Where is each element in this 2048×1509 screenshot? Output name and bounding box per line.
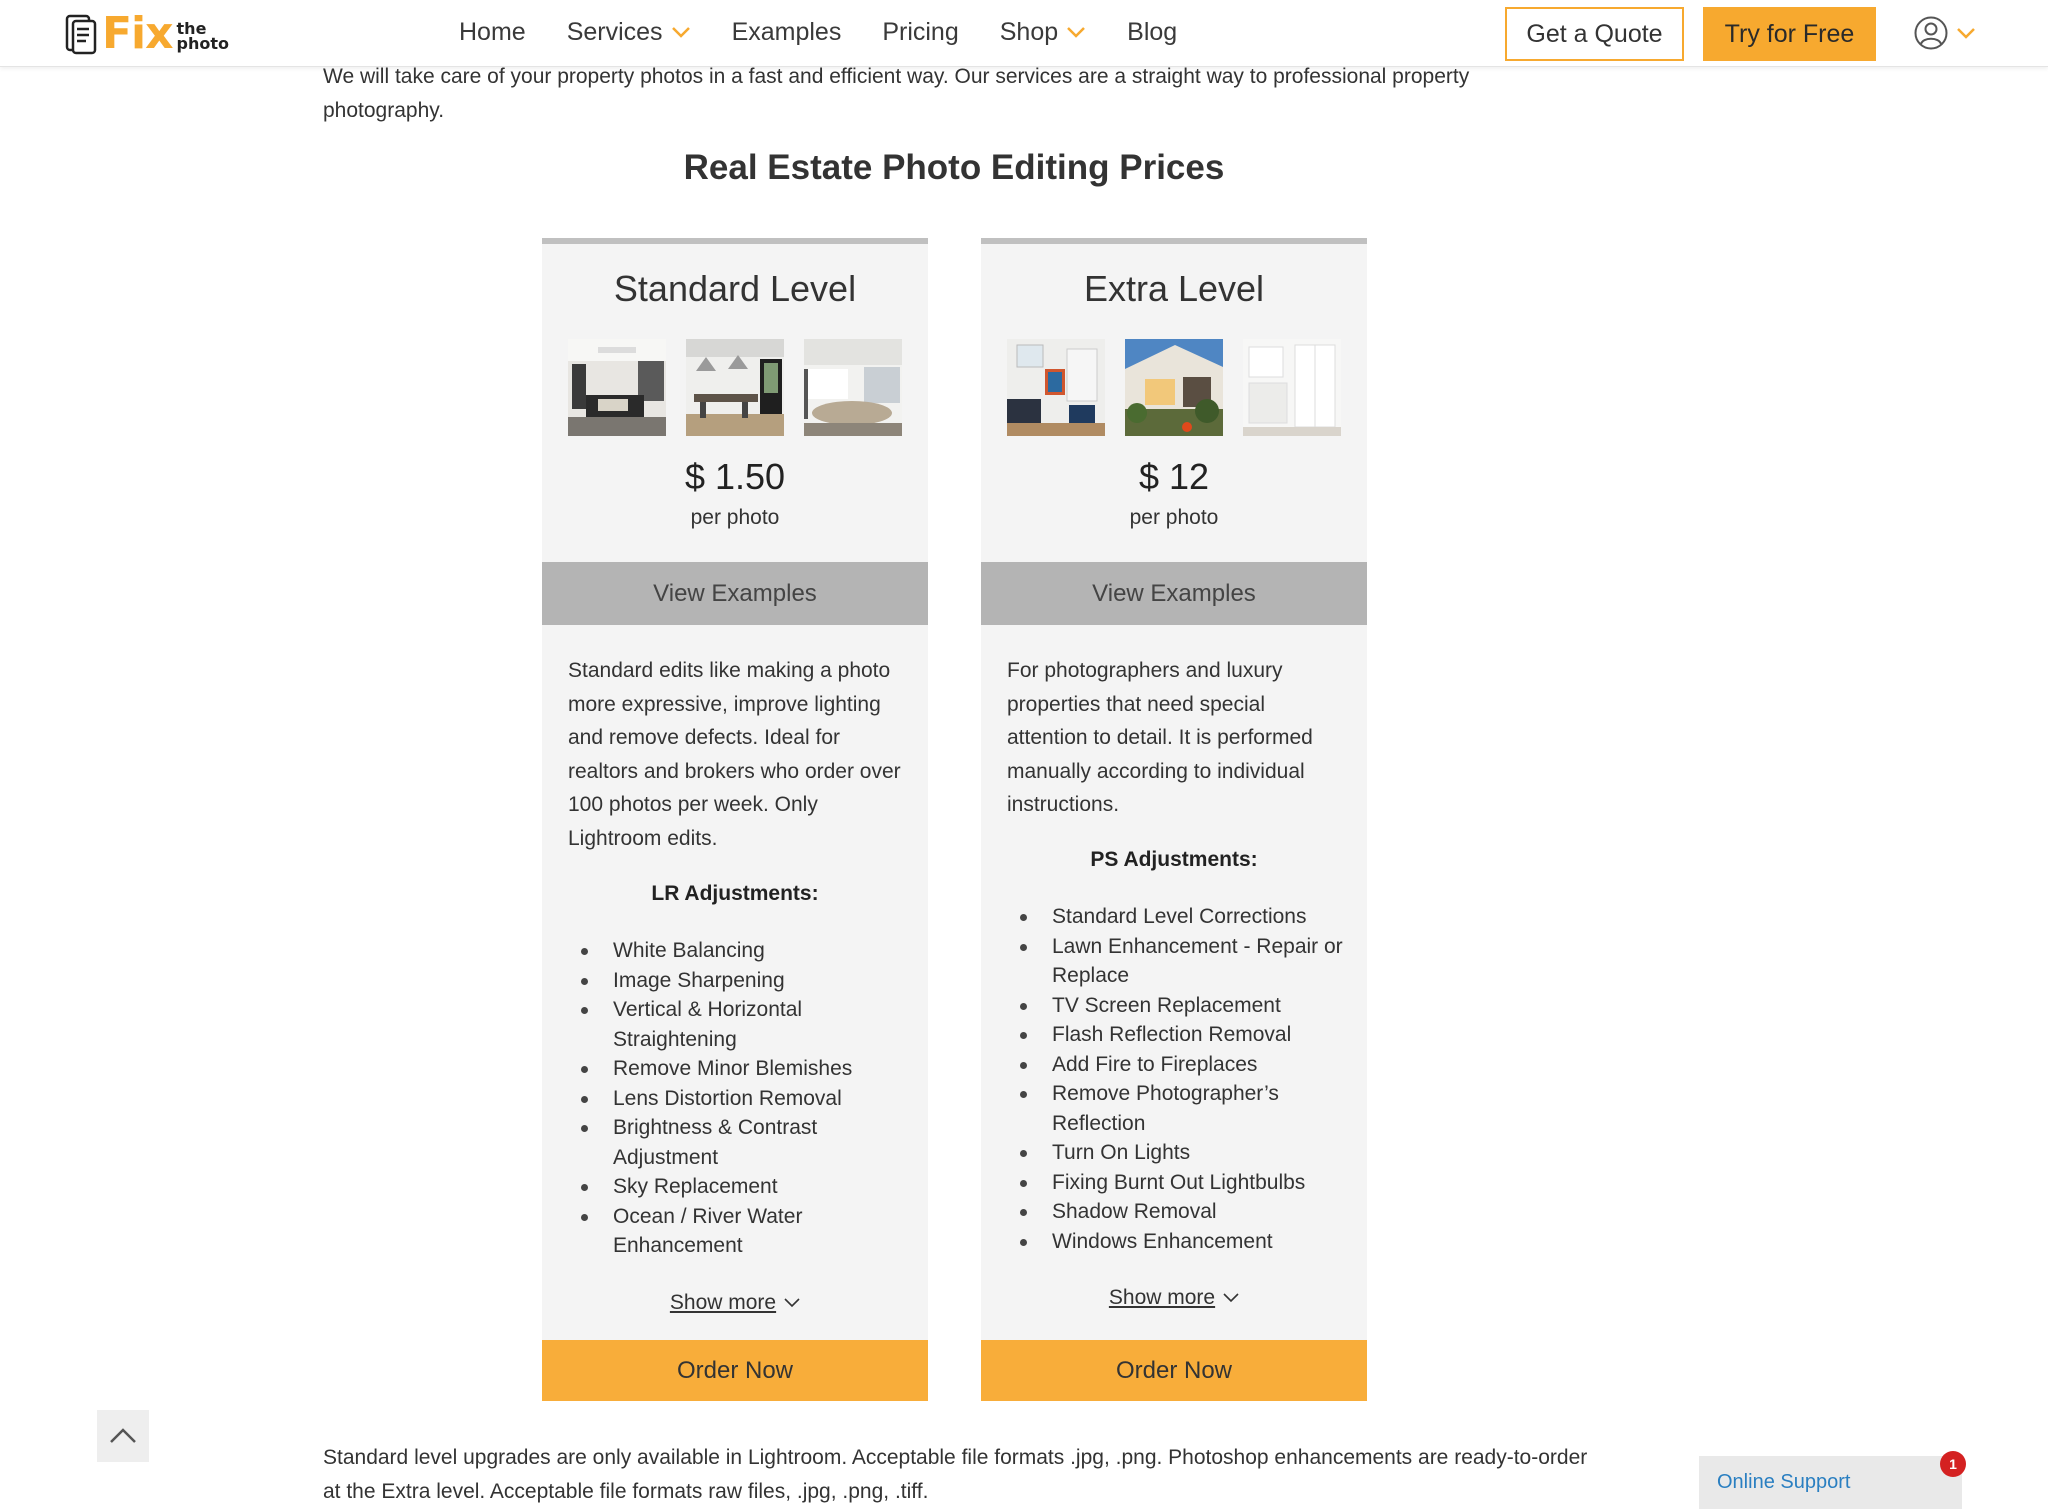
chevron-down-icon xyxy=(784,1298,800,1308)
card-description: Standard edits like making a photo more … xyxy=(568,659,901,850)
footnote-text: Standard level upgrades are only availab… xyxy=(323,1446,1588,1503)
list-item: Brightness & Contrast Adjustment xyxy=(581,1113,913,1172)
example-thumbnail[interactable] xyxy=(568,339,666,436)
example-thumbnail[interactable] xyxy=(1243,339,1341,436)
card-title: Standard Level xyxy=(613,268,857,309)
logo-wordmark: Fix xyxy=(102,8,174,59)
price-unit: per photo xyxy=(1129,506,1219,529)
logo-subtext: the photo xyxy=(176,21,230,53)
list-item: Image Sharpening xyxy=(581,966,913,996)
order-now-button[interactable]: Order Now xyxy=(981,1340,1367,1401)
list-item: Windows Enhancement xyxy=(1020,1227,1352,1257)
site-logo[interactable]: Fix the photo xyxy=(64,10,229,58)
nav-pricing-label: Pricing xyxy=(882,17,959,46)
list-item: Fixing Burnt Out Lightbulbs xyxy=(1020,1168,1352,1198)
main-nav: Home Services Examples Pricing Shop Blog xyxy=(459,0,1218,64)
logo-sub-bottom: photo xyxy=(176,34,230,53)
nav-blog-label: Blog xyxy=(1127,17,1178,46)
adjustments-heading: LR Adjustments: xyxy=(651,882,819,905)
example-thumbnails xyxy=(568,339,922,436)
chevron-down-icon xyxy=(1957,28,1975,39)
section-title: Real Estate Photo Editing Prices xyxy=(683,148,1225,187)
get-a-quote-button[interactable]: Get a Quote xyxy=(1505,7,1684,61)
list-item: White Balancing xyxy=(581,936,913,966)
user-circle-icon xyxy=(1914,16,1948,50)
nav-blog[interactable]: Blog xyxy=(1127,18,1177,47)
list-item: Flash Reflection Removal xyxy=(1020,1020,1352,1050)
adjustments-heading: PS Adjustments: xyxy=(1090,848,1258,871)
example-thumbnail[interactable] xyxy=(1125,339,1223,436)
nav-shop-label: Shop xyxy=(999,17,1059,46)
example-thumbnail[interactable] xyxy=(804,339,902,436)
nav-services-label: Services xyxy=(566,17,663,46)
online-support-widget[interactable]: Online Support xyxy=(1699,1456,1962,1509)
show-more-link[interactable]: Show more xyxy=(981,1286,1367,1310)
user-menu[interactable] xyxy=(1914,16,1976,50)
show-more-label: Show more xyxy=(1108,1286,1216,1309)
nav-services[interactable]: Services xyxy=(567,18,691,47)
price: $ 12 xyxy=(1138,456,1210,497)
adjustments-list: White Balancing Image Sharpening Vertica… xyxy=(581,936,913,1261)
chevron-up-icon xyxy=(110,1428,136,1443)
example-thumbnail[interactable] xyxy=(686,339,784,436)
list-item: TV Screen Replacement xyxy=(1020,991,1352,1021)
show-more-link[interactable]: Show more xyxy=(542,1291,928,1315)
list-item: Lens Distortion Removal xyxy=(581,1084,913,1114)
nav-examples[interactable]: Examples xyxy=(732,18,842,47)
scroll-to-top-button[interactable] xyxy=(97,1410,149,1462)
chevron-down-icon xyxy=(671,27,690,38)
nav-shop[interactable]: Shop xyxy=(1000,18,1086,47)
nav-home[interactable]: Home xyxy=(459,18,526,47)
list-item: Shadow Removal xyxy=(1020,1197,1352,1227)
card-description: For photographers and luxury properties … xyxy=(1007,659,1313,816)
card-title: Extra Level xyxy=(1083,268,1265,309)
list-item: Turn On Lights xyxy=(1020,1138,1352,1168)
list-item: Vertical & Horizontal Straightening xyxy=(581,995,913,1054)
site-header: Fix the photo Home Services Examples Pri… xyxy=(0,0,2048,67)
nav-pricing[interactable]: Pricing xyxy=(882,18,958,47)
view-examples-button[interactable]: View Examples xyxy=(981,562,1367,625)
price: $ 1.50 xyxy=(684,456,786,497)
nav-examples-label: Examples xyxy=(731,17,842,46)
example-thumbnails xyxy=(1007,339,1361,436)
logo-mark-icon xyxy=(65,14,97,55)
chevron-down-icon xyxy=(1067,27,1086,38)
list-item: Standard Level Corrections xyxy=(1020,902,1352,932)
list-item: Remove Photographer’s Reflection xyxy=(1020,1079,1352,1138)
try-for-free-button[interactable]: Try for Free xyxy=(1703,7,1876,61)
adjustments-list: Standard Level Corrections Lawn Enhancem… xyxy=(1020,902,1352,1257)
notification-badge: 1 xyxy=(1940,1451,1966,1477)
pricing-card-extra: Extra Level $ 12 per photo View Examples… xyxy=(981,238,1367,1401)
list-item: Add Fire to Fireplaces xyxy=(1020,1050,1352,1080)
example-thumbnail[interactable] xyxy=(1007,339,1105,436)
order-now-button[interactable]: Order Now xyxy=(542,1340,928,1401)
view-examples-button[interactable]: View Examples xyxy=(542,562,928,625)
intro-text: We will take care of your property photo… xyxy=(323,65,1470,122)
show-more-label: Show more xyxy=(669,1291,777,1314)
pricing-card-standard: Standard Level $ 1.50 per photo View Exa… xyxy=(542,238,928,1401)
price-unit: per photo xyxy=(690,506,780,529)
chevron-down-icon xyxy=(1223,1293,1239,1303)
nav-home-label: Home xyxy=(459,17,526,46)
list-item: Sky Replacement xyxy=(581,1172,913,1202)
list-item: Remove Minor Blemishes xyxy=(581,1054,913,1084)
list-item: Lawn Enhancement - Repair or Replace xyxy=(1020,932,1352,991)
list-item: Ocean / River Water Enhancement xyxy=(581,1202,913,1261)
